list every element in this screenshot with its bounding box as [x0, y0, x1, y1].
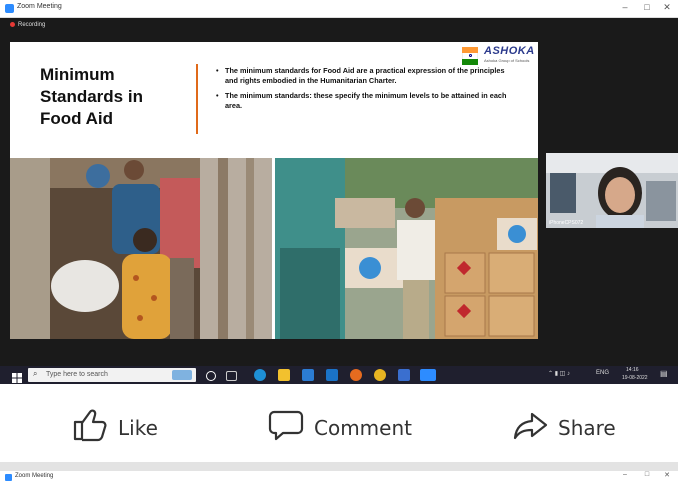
chrome-icon[interactable] — [374, 369, 386, 381]
participant-video[interactable]: iPhoneCPS072 — [546, 153, 678, 228]
comment-icon — [268, 410, 304, 441]
slide-title: Minimum Standards in Food Aid — [40, 65, 143, 128]
share-icon — [513, 412, 548, 440]
firefox-icon[interactable] — [350, 369, 362, 381]
social-action-bar: Like Comment Share — [0, 384, 678, 464]
mail-icon[interactable] — [326, 369, 338, 381]
ashoka-logo: ASHOKA — [484, 45, 535, 57]
record-dot-icon — [10, 22, 15, 27]
search-placeholder: Type here to search — [46, 371, 108, 378]
minimize-button[interactable]: – — [618, 2, 632, 12]
taskbar-search[interactable]: ⌕ Type here to search — [28, 368, 196, 382]
zoom-app-icon — [5, 4, 14, 13]
logo-subtitle: Ashoka Group of Schools — [484, 58, 530, 63]
slide-divider — [196, 64, 198, 134]
slide-bullets: The minimum standards for Food Aid are a… — [216, 66, 512, 116]
minimize-button-2[interactable]: – — [618, 471, 632, 478]
clock-time: 14:16 — [626, 367, 639, 373]
shared-slide: Minimum Standards in Food Aid The minimu… — [10, 42, 538, 339]
cortana-icon[interactable] — [206, 371, 216, 381]
tray-icons[interactable]: ⌃ ▮ ◫ ♪ — [548, 370, 570, 377]
thumbs-up-icon — [73, 409, 107, 442]
zoom-app-icon — [5, 474, 12, 481]
share-button[interactable]: Share — [512, 408, 632, 442]
file-explorer-icon[interactable] — [278, 369, 290, 381]
comment-button[interactable]: Comment — [268, 408, 428, 442]
like-button[interactable]: Like — [72, 408, 172, 442]
slide-bullet: The minimum standards: these specify the… — [216, 91, 512, 111]
windows-start-icon[interactable] — [12, 370, 22, 383]
india-flag-icon — [462, 47, 478, 65]
language-indicator[interactable]: ENG — [596, 370, 609, 376]
slide-photo-right — [275, 158, 538, 339]
clock-date: 19-08-2022 — [622, 375, 648, 381]
slide-photo-left — [10, 158, 272, 339]
task-view-icon[interactable] — [226, 371, 237, 381]
slide-bullet: The minimum standards for Food Aid are a… — [216, 66, 512, 86]
zoom-title-bar: Zoom Meeting – □ ✕ — [0, 0, 678, 18]
search-highlight-icon — [172, 370, 192, 380]
search-icon: ⌕ — [33, 369, 38, 378]
share-label: Share — [558, 416, 616, 440]
zoom-taskbar-icon[interactable] — [420, 369, 436, 381]
divider — [0, 462, 678, 471]
recording-indicator: Recording — [10, 22, 45, 28]
maximize-button-2[interactable]: □ — [640, 471, 654, 478]
comment-label: Comment — [314, 416, 412, 440]
close-button-2[interactable]: ✕ — [660, 471, 674, 479]
like-label: Like — [118, 416, 158, 440]
maximize-button[interactable]: □ — [640, 2, 654, 12]
window-title: Zoom Meeting — [17, 3, 62, 10]
app-icon[interactable] — [398, 369, 410, 381]
notification-icon[interactable]: ▤ — [660, 369, 668, 378]
close-button[interactable]: ✕ — [660, 2, 674, 13]
windows-taskbar: ⌕ Type here to search ⌃ ▮ ◫ ♪ ENG 14:16 … — [0, 366, 678, 384]
participant-name: iPhoneCPS072 — [549, 220, 584, 226]
store-icon[interactable] — [302, 369, 314, 381]
window-title-2: Zoom Meeting — [15, 473, 54, 479]
edge-icon[interactable] — [254, 369, 266, 381]
zoom-title-bar-2: Zoom Meeting – □ ✕ — [0, 471, 678, 482]
